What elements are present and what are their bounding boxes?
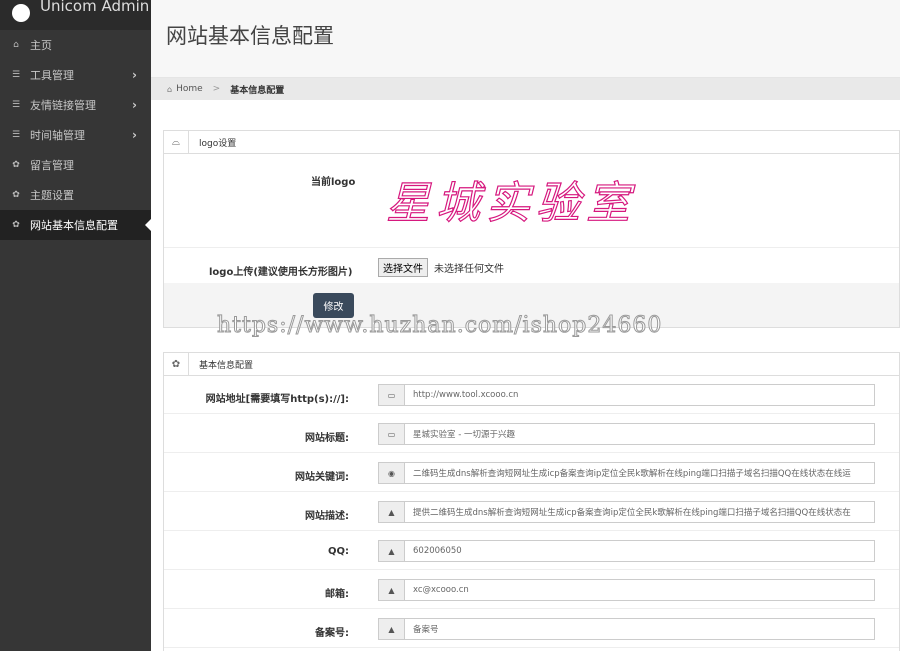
field-label: QQ: [327,546,349,557]
info-panel-title: 基本信息配置 [199,360,254,371]
image-icon: ▲ [379,580,405,600]
sidebar-item-label: 留言管理 [30,159,74,172]
sidebar-item[interactable]: ⌂ 主页 [0,30,151,60]
sidebar-item-label: 时间轴管理 [30,129,85,142]
text-input[interactable]: ◉ 二维码生成dns解析查询短网址生成icp备案查询ip定位全民k歌解析在线pin… [378,462,875,484]
submit-button[interactable]: 修改 [313,293,354,318]
chevron-right-icon: › [132,128,137,142]
input-value: 星城实验室 - 一切源于兴趣 [413,430,515,440]
card-icon: ▭ [379,424,405,444]
home-icon: ⌂ [13,40,19,50]
card-icon: ▭ [379,385,405,405]
sidebar-menu: ⌂ 主页 ☰ 工具管理 › ☰ 友情链接管理 › ☰ 时间轴管理 › ✿ 留言管理 ✿ 主题设置 ✿ 网站基本信… [0,30,151,240]
field-label: 网站描述: [305,511,349,522]
field-label: 网站地址[需要填写http(s)://]: [205,394,349,405]
logo-settings-panel: ⌓ logo设置 当前logo 星城实验室 logo上传(建议使用长方形图片) … [163,130,900,328]
text-input[interactable]: ▭ 星城实验室 - 一切源于兴趣 [378,423,875,445]
chevron-right-icon: › [132,68,137,82]
sidebar-item-label: 主题设置 [30,189,74,202]
list-icon: ☰ [11,70,21,80]
field-label: 邮箱: [325,589,349,600]
breadcrumb-current: 基本信息配置 [230,85,285,96]
page-header: 网站基本信息配置 [151,0,900,78]
choose-file-button[interactable]: 选择文件 [378,258,428,277]
image-icon: ▲ [379,541,405,561]
breadcrumb-separator: > [212,84,221,94]
form-row: 网站关键词: ◉ 二维码生成dns解析查询短网址生成icp备案查询ip定位全民k歌解… [164,454,899,492]
sidebar-item-label: 网站基本信息配置 [30,219,118,232]
input-value: xc@xcooo.cn [413,585,469,595]
brand-name: Unicom Admin [40,0,150,15]
field-label: 网站关键词: [295,472,349,483]
sidebar-item-label: 工具管理 [30,69,74,82]
form-row: QQ: ▲ 602006050 [164,532,899,570]
sidebar: Unicom Admin ⌂ 主页 ☰ 工具管理 › ☰ 友情链接管理 › ☰ 时间轴管理 › ✿ 留言… [0,0,151,651]
form-row: 网站描述: ▲ 提供二维码生成dns解析查询短网址生成icp备案查询ip定位全民k歌… [164,493,899,531]
current-logo-image: 星城实验室 [385,177,636,229]
text-input[interactable]: ▲ 备案号 [378,618,875,640]
text-input[interactable]: ▲ 提供二维码生成dns解析查询短网址生成icp备案查询ip定位全民k歌解析在线p… [378,501,875,523]
chevron-right-icon: › [132,98,137,112]
gear-icon: ✿ [12,190,20,200]
gear-icon: ✿ [12,220,20,230]
sidebar-item[interactable]: ☰ 工具管理 › [0,60,151,90]
image-icon: ▲ [379,619,405,639]
list-icon: ☰ [11,100,21,110]
logo-panel-title: logo设置 [199,138,237,149]
main-content: 网站基本信息配置 ⌂ Home > 基本信息配置 ⌓ logo设置 当前logo… [151,0,900,651]
input-value: 提供二维码生成dns解析查询短网址生成icp备案查询ip定位全民k歌解析在线pi… [413,508,851,518]
sidebar-item[interactable]: ☰ 友情链接管理 › [0,90,151,120]
page-title: 网站基本信息配置 [166,24,334,48]
text-input[interactable]: ▲ xc@xcooo.cn [378,579,875,601]
logo-panel-header: ⌓ logo设置 [164,130,899,154]
text-input[interactable]: ▭ http://www.tool.xcooo.cn [378,384,875,406]
current-logo-label: 当前logo [311,177,356,188]
gear-icon: ✿ [164,352,189,376]
list-icon: ☰ [11,130,21,140]
input-value: 602006050 [413,546,462,556]
gear-icon: ✿ [12,160,20,170]
basic-info-panel: ✿ 基本信息配置 网站地址[需要填写http(s)://]: ▭ http://ww… [163,352,900,651]
field-label: 备案号: [315,628,349,639]
info-panel-header: ✿ 基本信息配置 [164,352,899,376]
sidebar-item[interactable]: ✿ 网站基本信息配置 [0,210,151,240]
brand-logo-icon [12,4,30,22]
sidebar-item-label: 友情链接管理 [30,99,96,112]
text-input[interactable]: ▲ 602006050 [378,540,875,562]
home-icon: ⌂ [167,84,173,94]
breadcrumb: ⌂ Home > 基本信息配置 [151,78,900,100]
eye-icon: ◉ [379,463,405,483]
logo-upload-label: logo上传(建议使用长方形图片) [209,267,353,278]
form-row: 网站标题: ▭ 星城实验室 - 一切源于兴趣 [164,415,899,453]
input-value: 二维码生成dns解析查询短网址生成icp备案查询ip定位全民k歌解析在线ping… [413,469,851,479]
form-row: 网站地址[需要填写http(s)://]: ▭ http://www.tool.xc… [164,376,899,414]
sidebar-item[interactable]: ✿ 留言管理 [0,150,151,180]
sidebar-item[interactable]: ☰ 时间轴管理 › [0,120,151,150]
breadcrumb-home[interactable]: Home [176,84,203,94]
form-actions [164,283,899,327]
sidebar-item-label: 主页 [30,39,52,52]
upload-icon: ⌓ [164,130,189,154]
image-icon: ▲ [379,502,405,522]
divider [164,247,899,248]
field-label: 网站标题: [305,433,349,444]
sidebar-item[interactable]: ✿ 主题设置 [0,180,151,210]
input-value: 备案号 [413,625,439,635]
form-row: 备案号: ▲ 备案号 [164,610,899,648]
form-row: 邮箱: ▲ xc@xcooo.cn [164,571,899,609]
file-status: 未选择任何文件 [434,264,504,275]
input-value: http://www.tool.xcooo.cn [413,390,519,400]
brand-bar[interactable]: Unicom Admin [0,0,151,30]
